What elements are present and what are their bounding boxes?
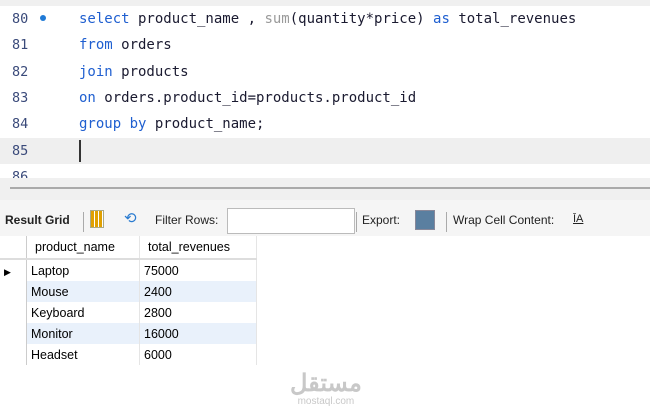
code-token: products [113,64,189,80]
result-toolbar: Result Grid ⟲ Filter Rows: Export: Wrap … [0,200,650,236]
wrap-cell-label: Wrap Cell Content: [453,213,554,227]
filter-rows-input[interactable] [227,208,355,234]
line-number: 80 [12,6,36,32]
text-caret [79,140,81,162]
line-number: 85 [12,138,36,164]
table-row[interactable]: ▶ Laptop75000 [0,259,257,281]
cell-total-revenues[interactable]: 75000 [140,259,257,281]
row-indicator[interactable] [0,323,27,344]
result-grid-tab[interactable]: Result Grid [5,213,70,227]
code-text: select product_name , sum(quantity*price… [79,6,576,32]
code-text: from orders [79,32,172,58]
code-token: (quantity*price) [290,11,433,27]
code-token: select [79,11,130,27]
table-row[interactable]: Keyboard2800 [0,302,257,323]
wrap-cell-icon[interactable]: ĪA [573,213,583,225]
code-token: join [79,64,113,80]
cell-total-revenues[interactable]: 2400 [140,281,257,302]
table-row[interactable]: Monitor16000 [0,323,257,344]
result-grid: product_name total_revenues ▶ Laptop75000… [0,236,257,365]
column-header[interactable]: product_name [27,236,140,259]
code-text: group by product_name; [79,111,264,137]
sql-editor[interactable]: 80 select product_name , sum(quantity*pri… [0,6,650,178]
export-icon[interactable] [415,210,435,230]
row-indicator[interactable] [0,302,27,323]
code-token: product_name; [146,116,264,132]
refresh-icon[interactable]: ⟲ [124,209,137,227]
cell-product-name[interactable]: Keyboard [27,302,140,323]
code-token: product_name , [130,11,265,27]
code-token: as [433,11,450,27]
cell-product-name[interactable]: Laptop [27,259,140,281]
row-indicator[interactable] [0,344,27,365]
line-number: 83 [12,85,36,111]
code-token: orders.product_id=products.product_id [96,90,416,106]
grid-view-icon[interactable] [90,210,104,228]
code-token: on [79,90,96,106]
cell-product-name[interactable]: Mouse [27,281,140,302]
code-line[interactable]: 83 on orders.product_id=products.product_… [0,85,650,111]
code-line[interactable]: 84 group by product_name; [0,111,650,137]
code-token: total_revenues [450,11,576,27]
code-text: on orders.product_id=products.product_id [79,85,416,111]
cell-total-revenues[interactable]: 6000 [140,344,257,365]
row-indicator[interactable] [0,281,27,302]
line-number: 81 [12,32,36,58]
code-token: group by [79,116,146,132]
row-indicator-header [0,236,27,259]
code-line[interactable]: 80 select product_name , sum(quantity*pri… [0,6,650,32]
filter-rows-label: Filter Rows: [155,213,218,227]
row-indicator[interactable]: ▶ [0,259,27,281]
line-number: 82 [12,59,36,85]
export-label: Export: [362,213,400,227]
code-token: sum [264,11,289,27]
code-text: join products [79,59,189,85]
code-line[interactable]: 81 from orders [0,32,650,58]
code-token: orders [113,37,172,53]
column-header[interactable]: total_revenues [140,236,257,259]
line-number: 84 [12,111,36,137]
code-line[interactable]: 86 [0,164,650,178]
horizontal-scrollbar[interactable] [0,178,650,200]
code-line[interactable]: 82 join products [0,59,650,85]
cell-total-revenues[interactable]: 2800 [140,302,257,323]
cell-product-name[interactable]: Monitor [27,323,140,344]
table-row[interactable]: Headset6000 [0,344,257,365]
line-number: 86 [12,164,36,178]
code-token: from [79,37,113,53]
statement-marker-icon [40,15,46,21]
watermark: مستقل mostaql.com [290,372,362,407]
current-row-icon: ▶ [4,267,11,277]
table-row[interactable]: Mouse2400 [0,281,257,302]
cell-product-name[interactable]: Headset [27,344,140,365]
cell-total-revenues[interactable]: 16000 [140,323,257,344]
code-line[interactable]: 85 [0,138,650,164]
